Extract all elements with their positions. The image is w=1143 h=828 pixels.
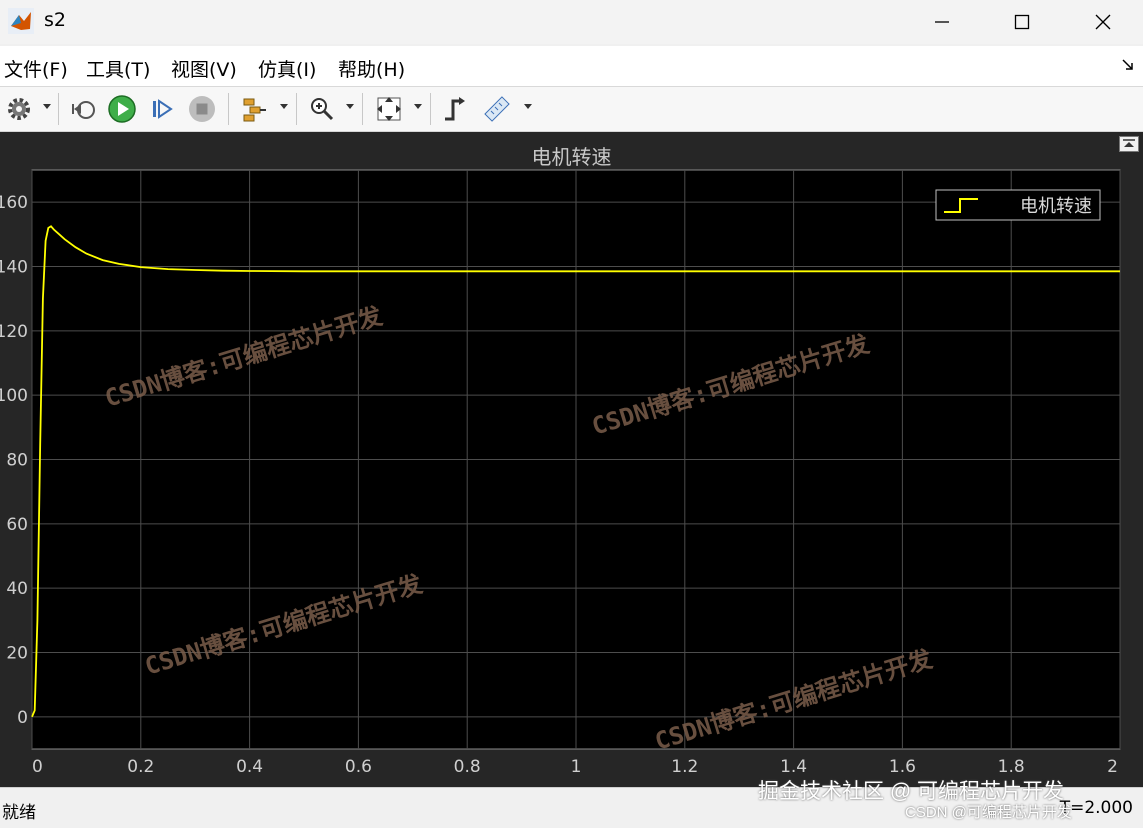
step-forward-icon (153, 99, 173, 119)
toolbar-separator (296, 93, 297, 125)
title-bar: s2 (0, 0, 1143, 44)
signal-selector-button[interactable] (238, 93, 270, 125)
y-tick-label: 160 (0, 193, 28, 213)
x-tick-label: 2 (1107, 757, 1118, 777)
csdn-watermark: CSDN @可编程芯片开发 (905, 804, 1072, 821)
menu-view[interactable]: 视图(V) (171, 55, 237, 82)
settings-dropdown-icon[interactable] (43, 104, 51, 109)
autoscale-dropdown-icon[interactable] (414, 104, 422, 109)
y-tick-label: 40 (6, 579, 28, 599)
x-tick-label: 0.6 (345, 757, 372, 777)
signal-selector-icon (243, 98, 266, 122)
triggers-button[interactable] (440, 93, 470, 125)
menu-simulation[interactable]: 仿真(I) (258, 55, 316, 82)
legend: 电机转速 (935, 189, 1101, 221)
toolbar-separator (430, 93, 431, 125)
x-tick-label: 0.4 (236, 757, 263, 777)
autoscale-icon (377, 97, 401, 121)
minimize-icon (935, 21, 949, 23)
x-tick-label: 1.4 (780, 757, 807, 777)
x-tick-label: 1.8 (998, 757, 1025, 777)
toolbar-separator (362, 93, 363, 125)
y-tick-label: 80 (6, 451, 28, 471)
toolbar-separator (228, 93, 229, 125)
x-tick-label: 0.8 (454, 757, 481, 777)
y-tick-label: 100 (0, 386, 28, 406)
line-chart[interactable]: 0 0.2 0.4 0.6 0.8 1 1.2 1.4 1.6 1.8 20204060801001… (0, 132, 1143, 787)
run-icon (108, 95, 136, 123)
measurements-icon (484, 96, 510, 122)
zoom-button[interactable] (306, 93, 338, 125)
legend-label: 电机转速 (1020, 196, 1092, 217)
x-tick-label: 0 (32, 757, 43, 777)
y-tick-label: 20 (6, 644, 28, 664)
measurements-dropdown-icon[interactable] (524, 104, 532, 109)
scope-display: 电机转速 0 0.2 0.4 0.6 0.8 1 1.2 1.4 1.6 1.8 2 0 20 40 60 8… (0, 132, 1143, 787)
autoscale-button[interactable] (372, 93, 406, 125)
status-text: 就绪 (2, 803, 36, 823)
y-tick-label: 120 (0, 322, 28, 342)
step-forward-button[interactable] (146, 93, 178, 125)
x-tick-label: 1 (571, 757, 582, 777)
menu-help[interactable]: 帮助(H) (338, 55, 405, 82)
matlab-icon (8, 8, 34, 34)
x-tick-label: 1.6 (889, 757, 916, 777)
y-tick-label: 140 (0, 258, 28, 278)
step-back-button[interactable] (68, 93, 100, 125)
window-title: s2 (44, 9, 66, 31)
zoom-dropdown-icon[interactable] (346, 104, 354, 109)
triggers-icon (445, 97, 465, 121)
run-button[interactable] (106, 93, 138, 125)
minimize-button[interactable] (915, 0, 969, 44)
settings-icon (8, 98, 30, 120)
x-tick-label: 0.2 (127, 757, 154, 777)
menu-tools[interactable]: 工具(T) (86, 55, 150, 82)
x-tick-label: 1.2 (671, 757, 698, 777)
settings-button[interactable] (4, 93, 34, 125)
maximize-button[interactable] (995, 0, 1049, 44)
zoom-icon (311, 98, 334, 121)
maximize-icon (1014, 14, 1030, 30)
y-tick-label: 60 (6, 515, 28, 535)
measurements-button[interactable] (480, 93, 514, 125)
menu-bar: 文件(F) 工具(T) 视图(V) 仿真(I) 帮助(H) (0, 46, 1143, 87)
stop-button[interactable] (186, 93, 218, 125)
signal-selector-dropdown-icon[interactable] (280, 104, 288, 109)
toolbar-separator (58, 93, 59, 125)
menu-file[interactable]: 文件(F) (4, 55, 68, 82)
close-icon (1095, 14, 1111, 30)
step-back-icon (72, 101, 95, 119)
dock-arrow-icon[interactable] (1121, 58, 1135, 72)
close-button[interactable] (1076, 0, 1130, 44)
y-tick-label: 0 (17, 708, 28, 728)
stop-icon (189, 96, 215, 122)
toolbar (0, 87, 1143, 132)
